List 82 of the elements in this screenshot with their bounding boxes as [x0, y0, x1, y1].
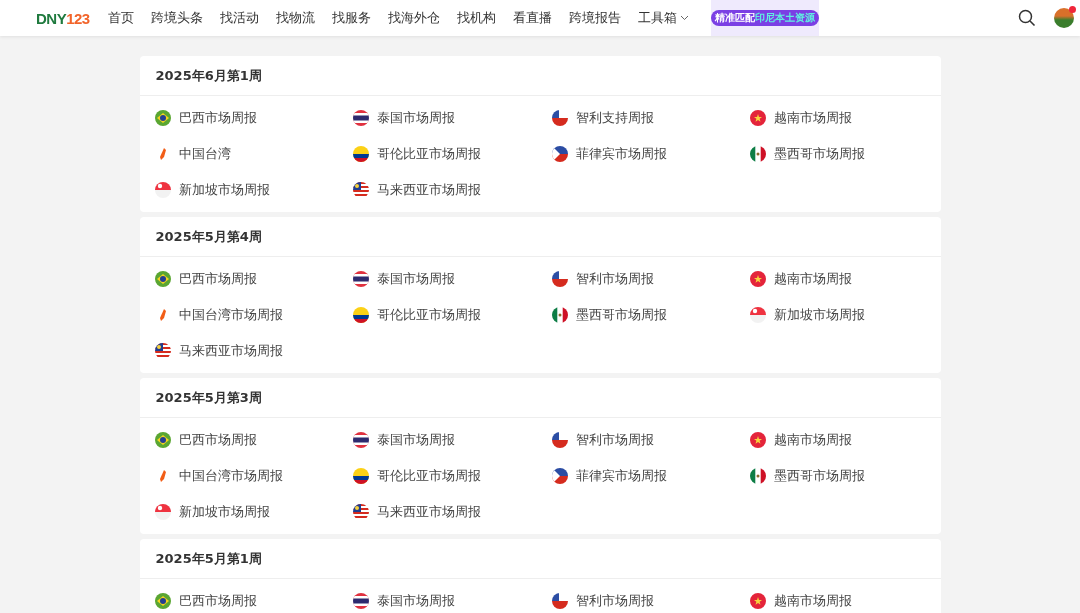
avatar[interactable]	[1054, 8, 1074, 28]
report-link[interactable]: 智利支持周报	[551, 100, 654, 136]
report-link[interactable]: 中国台湾市场周报	[154, 458, 283, 494]
flag-icon	[154, 110, 171, 126]
search-icon[interactable]	[1018, 9, 1036, 27]
report-link[interactable]: 哥伦比亚市场周报	[353, 136, 481, 172]
nav-link[interactable]: 看直播	[512, 9, 552, 27]
report-link[interactable]: 马来西亚市场周报	[353, 494, 481, 530]
week-title: 2025年6月第1周	[139, 56, 941, 96]
flag-icon	[154, 182, 171, 198]
report-link[interactable]: 哥伦比亚市场周报	[353, 458, 481, 494]
week-title: 2025年5月第4周	[139, 217, 941, 257]
flag-icon	[750, 146, 766, 162]
flag-icon	[353, 271, 369, 287]
flag-icon	[551, 146, 568, 162]
flag-icon	[154, 593, 171, 609]
report-link[interactable]: 巴西市场周报	[154, 422, 257, 458]
report-link[interactable]: 新加坡市场周报	[154, 172, 270, 208]
nav-link[interactable]: 跨境头条	[150, 9, 203, 27]
report-link[interactable]: 越南市场周报	[750, 583, 852, 613]
nav-link[interactable]: 找海外仓	[387, 9, 440, 27]
report-link[interactable]: 巴西市场周报	[154, 261, 257, 297]
flag-icon	[353, 504, 369, 520]
flag-icon	[750, 432, 766, 448]
flag-icon	[353, 432, 369, 448]
flag-icon	[551, 593, 568, 609]
nav-link[interactable]: 工具箱	[637, 9, 689, 27]
report-link[interactable]: 巴西市场周报	[154, 583, 257, 613]
flag-icon	[551, 468, 568, 484]
report-link[interactable]: 泰国市场周报	[353, 422, 455, 458]
report-link[interactable]: 智利市场周报	[551, 583, 654, 613]
logo[interactable]: DNY123	[36, 9, 90, 27]
report-link[interactable]: 菲律宾市场周报	[551, 458, 667, 494]
flag-icon	[154, 504, 171, 520]
report-link[interactable]: 马来西亚市场周报	[154, 333, 283, 369]
flag-icon	[750, 593, 766, 609]
report-link[interactable]: 墨西哥市场周报	[750, 458, 865, 494]
flag-icon	[353, 182, 369, 198]
nav-link[interactable]: 找活动	[219, 9, 259, 27]
report-link[interactable]: 越南市场周报	[750, 261, 852, 297]
report-link[interactable]: 泰国市场周报	[353, 100, 455, 136]
nav-link[interactable]: 找机构	[456, 9, 496, 27]
flag-icon	[750, 468, 766, 484]
flag-icon	[750, 307, 766, 323]
report-link[interactable]: 新加坡市场周报	[750, 297, 865, 333]
report-link[interactable]: 新加坡市场周报	[154, 494, 270, 530]
report-link[interactable]: 泰国市场周报	[353, 583, 455, 613]
report-link[interactable]: 中国台湾	[154, 136, 231, 172]
flag-icon	[154, 343, 171, 359]
flag-icon	[551, 307, 568, 323]
flag-icon	[353, 593, 369, 609]
flag-icon	[551, 271, 568, 287]
report-link[interactable]: 巴西市场周报	[154, 100, 257, 136]
flag-icon	[353, 468, 369, 484]
report-link[interactable]: 墨西哥市场周报	[551, 297, 667, 333]
report-link[interactable]: 越南市场周报	[750, 100, 852, 136]
flag-icon	[551, 432, 568, 448]
chevron-down-icon	[679, 15, 689, 21]
nav-link[interactable]: 找物流	[275, 9, 315, 27]
report-link[interactable]: 智利市场周报	[551, 422, 654, 458]
flag-icon	[750, 110, 766, 126]
nav-link[interactable]: 首页	[107, 9, 134, 27]
flag-icon	[750, 271, 766, 287]
flag-icon	[353, 307, 369, 323]
report-link[interactable]: 智利市场周报	[551, 261, 654, 297]
report-link[interactable]: 马来西亚市场周报	[353, 172, 481, 208]
report-link[interactable]: 中国台湾市场周报	[154, 297, 283, 333]
nav-link[interactable]: 找服务	[331, 9, 371, 27]
flag-icon	[154, 432, 171, 448]
report-link[interactable]: 墨西哥市场周报	[750, 136, 865, 172]
flag-icon	[353, 110, 369, 126]
flag-icon	[551, 110, 568, 126]
report-link[interactable]: 越南市场周报	[750, 422, 852, 458]
week-title: 2025年5月第3周	[139, 378, 941, 418]
flag-icon	[353, 146, 369, 162]
promo-link[interactable]: 精准匹配印尼本土资源	[710, 10, 819, 26]
flag-icon	[154, 271, 171, 287]
report-link[interactable]: 哥伦比亚市场周报	[353, 297, 481, 333]
week-title: 2025年5月第1周	[139, 539, 941, 579]
report-link[interactable]: 菲律宾市场周报	[551, 136, 667, 172]
nav-link[interactable]: 跨境报告	[568, 9, 621, 27]
report-link[interactable]: 泰国市场周报	[353, 261, 455, 297]
